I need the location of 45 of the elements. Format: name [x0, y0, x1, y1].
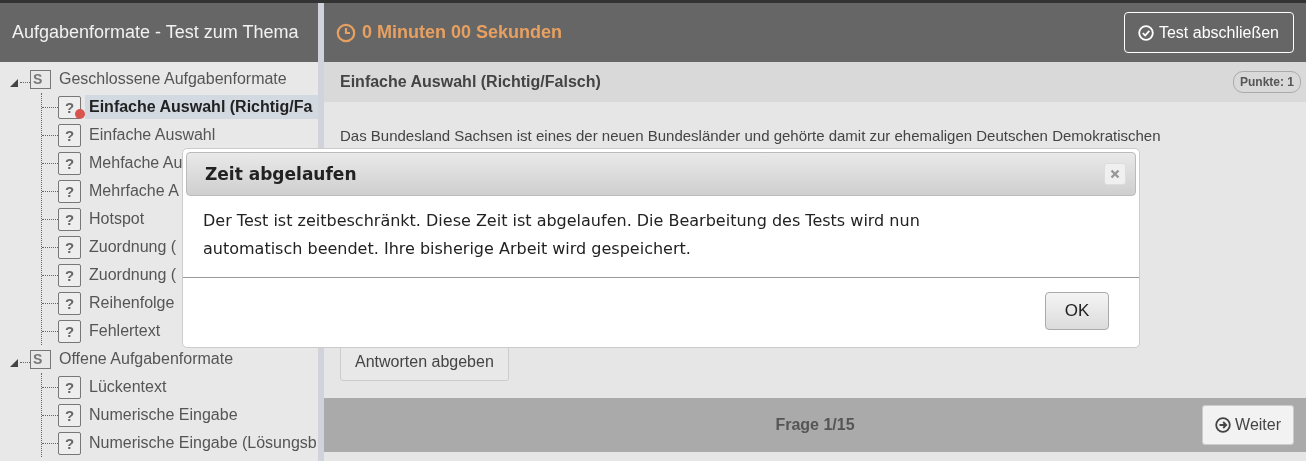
section-icon: S: [30, 349, 51, 369]
question-icon: ?: [58, 179, 81, 203]
question-icon: ?: [58, 431, 81, 455]
close-icon: [1110, 169, 1120, 179]
question-item[interactable]: Reihenfolge: [85, 291, 179, 315]
expanded-triangle-icon[interactable]: [10, 359, 20, 367]
question-title: Einfache Auswahl (Richtig/Falsch): [340, 73, 601, 91]
question-item[interactable]: Einfache Auswahl: [85, 123, 220, 147]
question-item[interactable]: Numerische Eingabe (Lösungsb: [85, 431, 318, 455]
question-item[interactable]: Zuordnung (: [85, 235, 181, 259]
points-badge: Punkte: 1: [1233, 71, 1301, 93]
finish-test-button[interactable]: Test abschließen: [1123, 12, 1294, 53]
current-dot-icon: [75, 109, 85, 119]
dialog-message: Der Test ist zeitbeschränkt. Diese Zeit ist abgelaufen. Die Bearbeitung des Tests wird nun automatisch beendet. Ihre bisherige Arbeit wird gespeichert.: [183, 196, 1139, 278]
test-title: Aufgabenformate - Test zum Thema: [12, 22, 299, 43]
question-icon: ?: [58, 403, 81, 427]
question-item[interactable]: Fehlertext: [85, 319, 165, 343]
expanded-triangle-icon[interactable]: [10, 79, 20, 87]
question-counter: Frage 1/15: [775, 416, 855, 434]
question-item[interactable]: Mehrfache A: [85, 179, 183, 203]
section-label[interactable]: Geschlossene Aufgabenformate: [59, 70, 287, 88]
dialog-title: Zeit abgelaufen: [205, 164, 357, 184]
question-text: Das Bundesland Sachsen ist eines der neuen Bundesländer und gehörte damit zur ehemaligen Deutschen Demokratischen: [340, 127, 1161, 144]
question-item[interactable]: Lückentext: [85, 375, 171, 399]
question-icon: ?: [58, 123, 81, 147]
next-button[interactable]: Weiter: [1202, 405, 1294, 445]
question-icon: ?: [58, 151, 81, 175]
clock-icon: [336, 22, 356, 43]
question-item[interactable]: Einfache Auswahl (Richtig/Fa: [85, 95, 318, 119]
question-item[interactable]: Numerische Eingabe: [85, 403, 242, 427]
question-item[interactable]: Zuordnung (: [85, 263, 181, 287]
question-icon: ?: [58, 235, 81, 259]
question-icon: ?: [58, 263, 81, 287]
question-icon: ?: [58, 375, 81, 399]
timer: 0 Minuten 00 Sekunden: [362, 22, 563, 43]
question-item[interactable]: Hotspot: [85, 207, 149, 231]
question-icon: ?: [58, 291, 81, 315]
check-circle-icon: [1137, 24, 1154, 41]
section-icon: S: [30, 69, 51, 89]
question-icon: ?: [58, 207, 81, 231]
section-label[interactable]: Offene Aufgabenformate: [59, 350, 234, 368]
arrow-circle-icon: [1215, 417, 1232, 433]
ok-button[interactable]: OK: [1045, 292, 1109, 330]
question-icon: ?: [58, 319, 81, 343]
question-item[interactable]: Mehfache Au: [85, 151, 187, 175]
